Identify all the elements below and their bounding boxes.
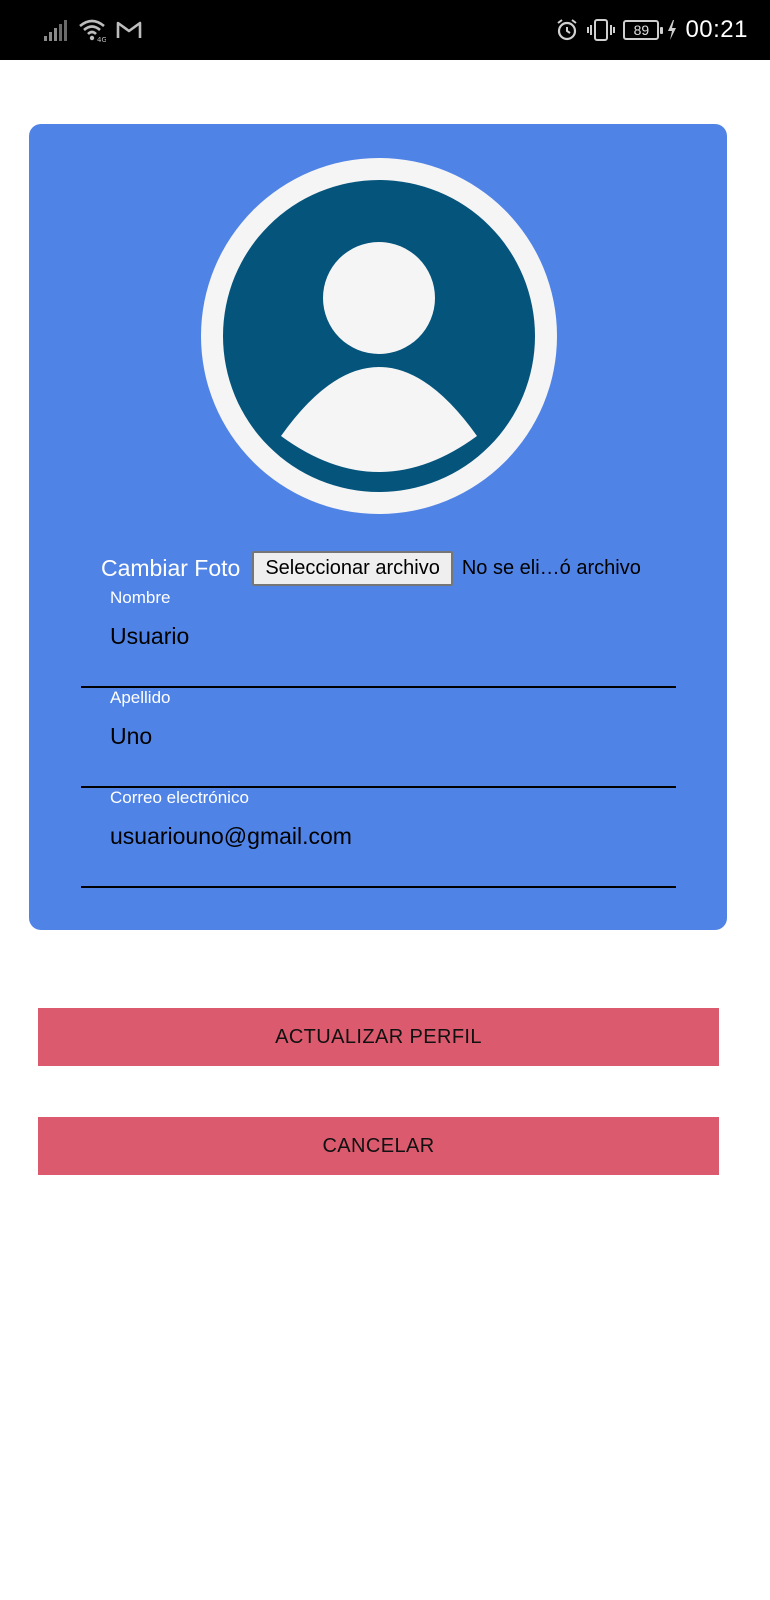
email-input[interactable] <box>110 818 670 854</box>
signal-icon <box>44 20 67 41</box>
status-bar-left: 4G <box>44 16 142 44</box>
last-name-input[interactable] <box>110 718 670 754</box>
last-name-label: Apellido <box>110 688 171 707</box>
alarm-icon <box>557 19 578 41</box>
svg-text:4G: 4G <box>97 36 106 42</box>
status-time: 00:21 <box>685 16 748 43</box>
battery-icon: 89 <box>623 20 664 40</box>
last-name-field: Apellido <box>81 688 676 788</box>
user-avatar-icon[interactable] <box>201 158 557 514</box>
change-photo-row: Cambiar Foto Seleccionar archivo No se e… <box>101 550 641 586</box>
charging-icon <box>668 20 677 40</box>
status-bar-right: 89 00:21 <box>555 14 748 46</box>
first-name-label: Nombre <box>110 588 171 607</box>
first-name-input[interactable] <box>110 618 670 654</box>
status-bar: 4G 89 00:21 <box>0 0 770 60</box>
first-name-field: Nombre <box>81 588 676 688</box>
select-file-button[interactable]: Seleccionar archivo <box>252 550 453 586</box>
cancel-button[interactable]: CANCELAR <box>38 1117 719 1175</box>
file-status-text: No se eli…ó archivo <box>461 556 641 579</box>
gmail-icon <box>116 21 142 38</box>
profile-card: Cambiar Foto Seleccionar archivo No se e… <box>29 124 727 930</box>
change-photo-label: Cambiar Foto <box>101 554 241 581</box>
wifi-icon: 4G <box>79 19 106 42</box>
battery-level: 89 <box>633 22 650 38</box>
update-profile-button[interactable]: ACTUALIZAR PERFIL <box>38 1008 719 1066</box>
email-label: Correo electrónico <box>110 788 249 807</box>
vibrate-icon <box>587 19 616 41</box>
email-field: Correo electrónico <box>81 788 676 888</box>
